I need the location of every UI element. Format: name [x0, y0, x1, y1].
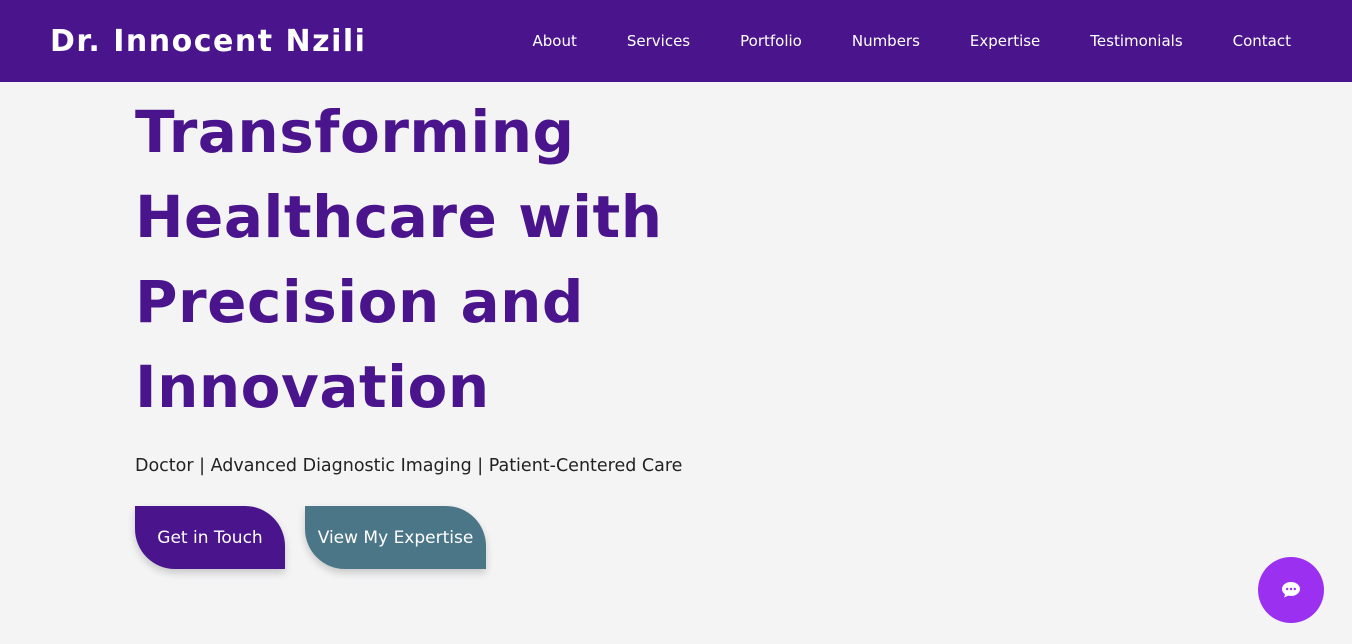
- brand-name[interactable]: Dr. Innocent Nzili: [50, 24, 366, 59]
- hero-title-line: Healthcare with: [135, 183, 663, 251]
- nav-link-expertise[interactable]: Expertise: [970, 32, 1040, 50]
- nav-link-portfolio[interactable]: Portfolio: [740, 32, 802, 50]
- hero-title-line: Transforming: [135, 98, 575, 166]
- nav-link-about[interactable]: About: [533, 32, 577, 50]
- nav-link-testimonials[interactable]: Testimonials: [1090, 32, 1182, 50]
- nav-link-services[interactable]: Services: [627, 32, 690, 50]
- hero-subtitle: Doctor | Advanced Diagnostic Imaging | P…: [135, 456, 683, 476]
- hero-section: Transforming Healthcare with Precision a…: [135, 90, 835, 569]
- nav-link-numbers[interactable]: Numbers: [852, 32, 920, 50]
- hero-button-row: Get in Touch View My Expertise: [135, 506, 835, 569]
- get-in-touch-button[interactable]: Get in Touch: [135, 506, 285, 569]
- hero-title-line: Innovation: [135, 353, 490, 421]
- chat-bubble-icon: [1282, 582, 1300, 598]
- hero-title-line: Precision and: [135, 268, 584, 336]
- nav-link-contact[interactable]: Contact: [1233, 32, 1291, 50]
- chat-button[interactable]: [1258, 557, 1324, 623]
- nav-links: About Services Portfolio Numbers Experti…: [533, 32, 1292, 50]
- top-navbar: Dr. Innocent Nzili About Services Portfo…: [0, 0, 1352, 82]
- hero-title: Transforming Healthcare with Precision a…: [135, 90, 835, 430]
- view-expertise-button[interactable]: View My Expertise: [305, 506, 486, 569]
